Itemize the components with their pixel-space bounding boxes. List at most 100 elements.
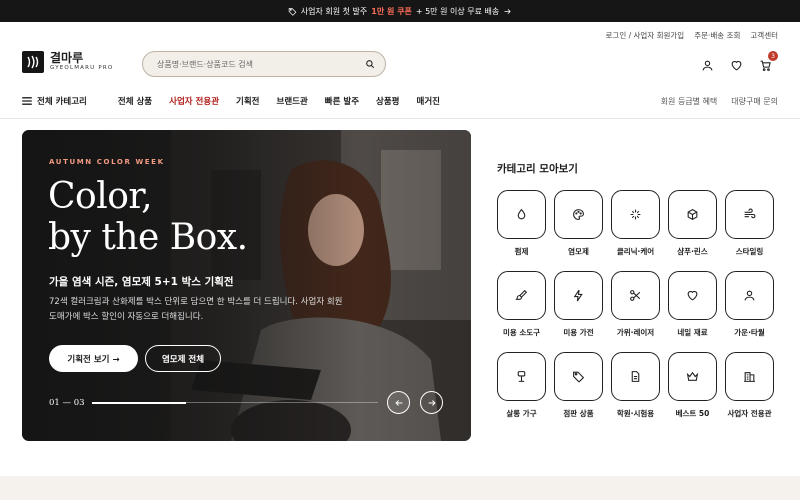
hero-eyebrow: AUTUMN COLOR WEEK	[49, 158, 165, 166]
category-label: 베스트 50	[675, 409, 710, 418]
login-link[interactable]: 로그인 / 사업자 회원가입	[606, 30, 685, 41]
category-label: 가운·타월	[734, 328, 765, 337]
all-categories-button[interactable]: 전체 카테고리	[22, 95, 87, 107]
category-label: 미용 가전	[563, 328, 594, 337]
arrow-left-icon	[394, 399, 402, 406]
category-label: 스타일링	[735, 247, 764, 256]
hero-headline-line2: by the Box.	[48, 217, 248, 258]
nav-item-promotions[interactable]: 기획전	[236, 95, 259, 107]
nav-right-links: 회원 등급별 혜택 대량구매 문의	[661, 96, 778, 107]
crown-icon	[686, 371, 699, 381]
category-perm[interactable]: 펌제	[497, 190, 546, 257]
category-label: 펌제	[514, 247, 529, 256]
category-label: 염모제	[568, 247, 589, 256]
category-label: 네일 재료	[677, 328, 708, 337]
slide-progress-fill	[92, 401, 187, 404]
prev-slide-button[interactable]	[387, 391, 410, 414]
all-hair-dye-button[interactable]: 염모제 전체	[145, 345, 221, 372]
next-slide-button[interactable]	[420, 391, 443, 414]
palette-icon	[573, 209, 584, 220]
wishlist-button[interactable]	[730, 57, 743, 71]
header-divider	[0, 118, 800, 119]
announcement-bar[interactable]: 사업자 회원 첫 발주 1만 원 쿠폰 + 5만 원 이상 무료 배송	[0, 0, 800, 22]
category-academy[interactable]: 학원·시험용	[611, 352, 660, 419]
logo-stripes-icon	[27, 55, 39, 69]
category-label: 점판 상품	[563, 409, 594, 418]
next-section-band	[0, 476, 800, 500]
hero-subtitle: 가을 염색 시즌, 염모제 5+1 박스 기획전	[49, 276, 234, 288]
nav-item-reviews[interactable]: 상품평	[376, 95, 399, 107]
bulk-inquiry-link[interactable]: 대량구매 문의	[731, 96, 778, 107]
menu-icon	[22, 97, 32, 105]
announcement-highlight: 1만 원 쿠폰	[371, 6, 412, 16]
tag-icon	[288, 7, 297, 16]
category-label: 사업자 전용관	[727, 409, 772, 418]
logo-mark	[22, 51, 44, 73]
all-categories-label: 전체 카테고리	[37, 97, 87, 107]
order-tracking-link[interactable]: 주문·배송 조회	[694, 30, 740, 41]
category-label: 클리닉·케어	[616, 247, 655, 256]
category-business[interactable]: 사업자 전용관	[725, 352, 774, 419]
slide-progress-track	[92, 401, 378, 404]
nav-item-business[interactable]: 사업자 전용관	[169, 95, 219, 107]
main-nav: 전체 카테고리 전체 상품 사업자 전용관 기획전 브랜드관 빠른 발주 상품평…	[22, 95, 457, 107]
header-icons: 3	[701, 51, 778, 71]
person-icon	[744, 290, 755, 301]
logo[interactable]: 결마루 GYEOLMARU PRO	[22, 51, 113, 73]
user-icon	[702, 60, 713, 71]
hero-description: 72색 컬러크림과 산화제를 박스 단위로 담으면 한 박스를 더 드립니다. …	[49, 297, 343, 322]
category-label: 학원·시험용	[616, 409, 655, 418]
cart-icon	[760, 60, 771, 71]
account-button[interactable]	[701, 57, 714, 71]
category-tools[interactable]: 미용 소도구	[497, 271, 546, 338]
chair-icon	[517, 371, 526, 382]
category-section-title: 카테고리 모아보기	[497, 163, 578, 175]
category-nail[interactable]: 네일 재료	[668, 271, 717, 338]
category-furniture[interactable]: 살롱 가구	[497, 352, 546, 419]
category-clinic-care[interactable]: 클리닉·케어	[611, 190, 660, 257]
view-promotion-button[interactable]: 기획전 보기 →	[49, 345, 138, 372]
logo-name: 결마루	[50, 51, 84, 66]
heart-icon	[687, 290, 698, 301]
lightning-icon	[573, 289, 583, 302]
nav-item-quick-order[interactable]: 빠른 발주	[325, 95, 359, 107]
wind-icon	[744, 208, 756, 219]
search-bar	[142, 51, 386, 77]
sparkle-icon	[630, 209, 641, 220]
category-label: 샴푸·린스	[677, 247, 708, 256]
heart-icon	[731, 60, 742, 71]
membership-benefits-link[interactable]: 회원 등급별 혜택	[661, 96, 718, 107]
category-label: 살롱 가구	[506, 409, 537, 418]
nav-item-magazine[interactable]: 매거진	[417, 95, 440, 107]
scissors-icon	[630, 290, 641, 301]
hero-headline: Color, by the Box.	[48, 176, 248, 258]
category-label: 가위·레이저	[616, 328, 655, 337]
tag-icon	[573, 371, 585, 383]
nav-item-all-products[interactable]: 전체 상품	[118, 95, 152, 107]
droplet-icon	[517, 208, 526, 220]
document-icon	[631, 371, 640, 382]
announcement-pre: 사업자 회원 첫 발주	[300, 6, 368, 16]
search-input[interactable]	[157, 59, 365, 69]
customer-center-link[interactable]: 고객센터	[750, 30, 778, 41]
category-styling[interactable]: 스타일링	[725, 190, 774, 257]
hero-headline-line1: Color,	[48, 176, 153, 217]
category-appliances[interactable]: 미용 가전	[554, 271, 603, 338]
category-retail[interactable]: 점판 상품	[554, 352, 603, 419]
slide-counter: 01 — 03	[49, 398, 85, 408]
category-label: 미용 소도구	[502, 328, 541, 337]
category-hair-dye[interactable]: 염모제	[554, 190, 603, 257]
utility-links: 로그인 / 사업자 회원가입 주문·배송 조회 고객센터	[606, 30, 778, 41]
search-icon[interactable]	[365, 59, 375, 69]
category-scissors[interactable]: 가위·레이저	[611, 271, 660, 338]
nav-item-brands[interactable]: 브랜드관	[277, 95, 308, 107]
hero-banner[interactable]: AUTUMN COLOR WEEK Color, by the Box. 가을 …	[22, 130, 471, 441]
category-grid: 펌제 염모제 클리닉·케어 샴푸·린스 스타일링 미용 소도구 미용 가전 가위…	[497, 190, 774, 419]
category-gowns[interactable]: 가운·타월	[725, 271, 774, 338]
building-icon	[744, 372, 755, 382]
category-best50[interactable]: 베스트 50	[668, 352, 717, 419]
category-shampoo[interactable]: 샴푸·린스	[668, 190, 717, 257]
box-icon	[687, 209, 698, 220]
arrow-right-icon	[504, 8, 511, 14]
cart-button[interactable]: 3	[759, 51, 778, 71]
